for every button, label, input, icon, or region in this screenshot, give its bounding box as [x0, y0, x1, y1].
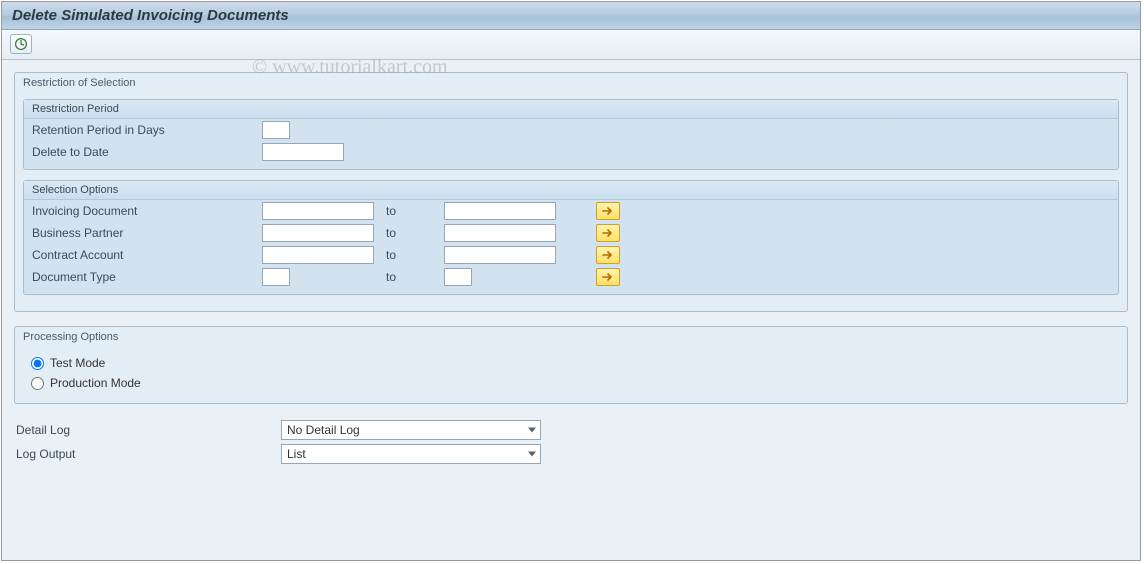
selection-options-group: Selection Options Invoicing Document to …: [23, 180, 1119, 295]
processing-options-title: Processing Options: [21, 329, 1121, 349]
to-label: to: [374, 270, 444, 284]
invoicing-doc-label: Invoicing Document: [32, 204, 262, 218]
delete-to-date-input[interactable]: [262, 143, 344, 161]
log-output-select[interactable]: List: [281, 444, 541, 464]
contract-account-to-input[interactable]: [444, 246, 556, 264]
toolbar: © www.tutorialkart.com: [2, 30, 1140, 60]
production-mode-radio[interactable]: [31, 377, 44, 390]
log-output-value: List: [287, 447, 306, 461]
content-area: Restriction of Selection Restriction Per…: [2, 60, 1140, 560]
retention-days-input[interactable]: [262, 121, 290, 139]
selection-options-title: Selection Options: [24, 181, 1118, 200]
page-title: Delete Simulated Invoicing Documents: [2, 2, 1140, 30]
detail-log-value: No Detail Log: [287, 423, 360, 437]
document-type-label: Document Type: [32, 270, 262, 284]
business-partner-to-input[interactable]: [444, 224, 556, 242]
to-label: to: [374, 204, 444, 218]
test-mode-radio[interactable]: [31, 357, 44, 370]
document-type-multi-button[interactable]: [596, 268, 620, 286]
detail-log-label: Detail Log: [16, 423, 281, 437]
arrow-right-icon: [602, 228, 614, 238]
log-output-label: Log Output: [16, 447, 281, 461]
arrow-right-icon: [602, 272, 614, 282]
execute-button[interactable]: [10, 34, 32, 54]
business-partner-multi-button[interactable]: [596, 224, 620, 242]
clock-execute-icon: [14, 37, 28, 51]
restriction-selection-title: Restriction of Selection: [21, 75, 1121, 95]
to-label: to: [374, 226, 444, 240]
restriction-selection-group: Restriction of Selection Restriction Per…: [14, 72, 1128, 312]
test-mode-label: Test Mode: [50, 356, 105, 370]
invoicing-doc-multi-button[interactable]: [596, 202, 620, 220]
production-mode-label: Production Mode: [50, 376, 141, 390]
invoicing-doc-from-input[interactable]: [262, 202, 374, 220]
invoicing-doc-to-input[interactable]: [444, 202, 556, 220]
document-type-from-input[interactable]: [262, 268, 290, 286]
contract-account-label: Contract Account: [32, 248, 262, 262]
contract-account-from-input[interactable]: [262, 246, 374, 264]
detail-log-select[interactable]: No Detail Log: [281, 420, 541, 440]
restriction-period-group: Restriction Period Retention Period in D…: [23, 99, 1119, 170]
delete-to-date-label: Delete to Date: [32, 145, 262, 159]
business-partner-from-input[interactable]: [262, 224, 374, 242]
retention-days-label: Retention Period in Days: [32, 123, 262, 137]
arrow-right-icon: [602, 250, 614, 260]
business-partner-label: Business Partner: [32, 226, 262, 240]
app-window: Delete Simulated Invoicing Documents © w…: [1, 1, 1141, 561]
document-type-to-input[interactable]: [444, 268, 472, 286]
to-label: to: [374, 248, 444, 262]
restriction-period-title: Restriction Period: [24, 100, 1118, 119]
arrow-right-icon: [602, 206, 614, 216]
contract-account-multi-button[interactable]: [596, 246, 620, 264]
processing-options-group: Processing Options Test Mode Production …: [14, 326, 1128, 404]
